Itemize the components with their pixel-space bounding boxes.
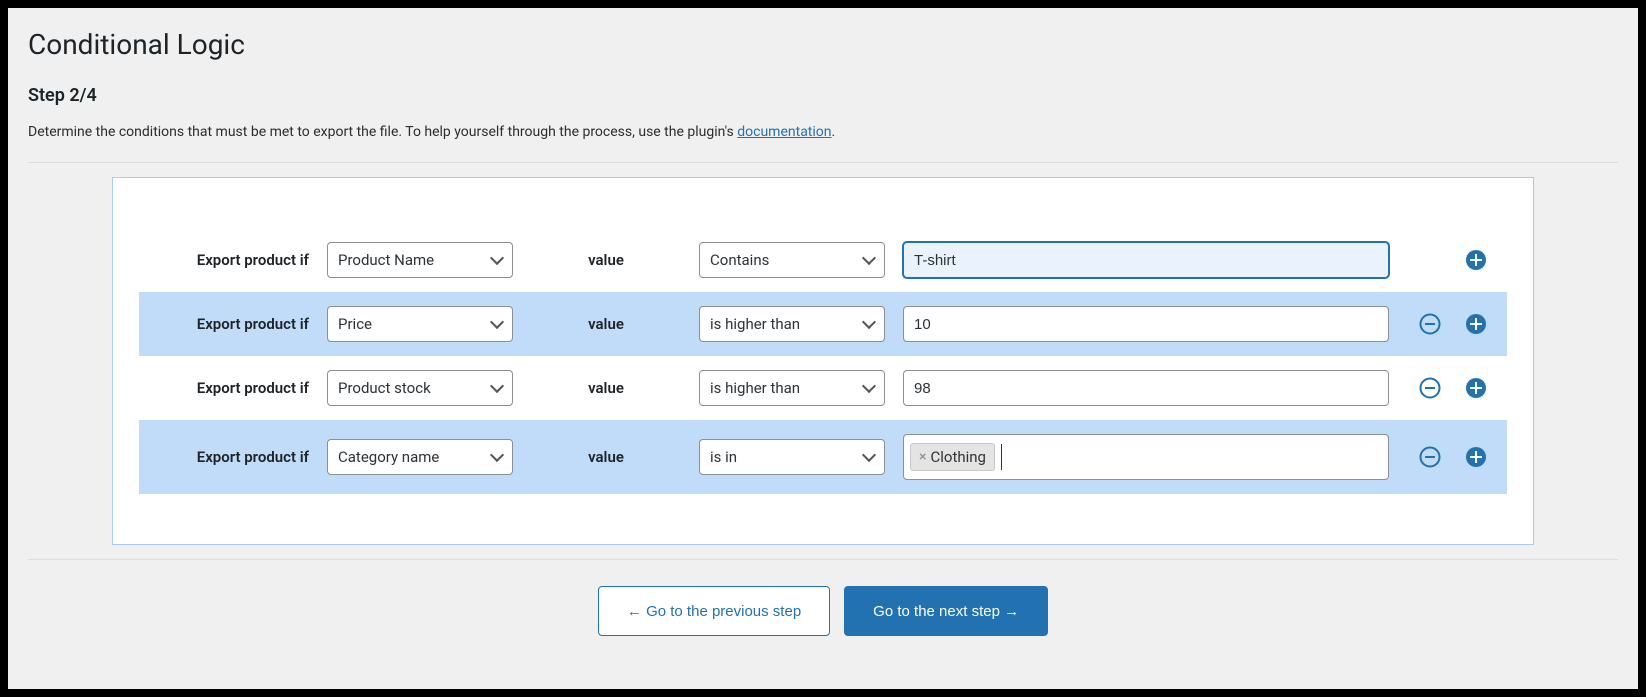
- tag-input[interactable]: × Clothing: [903, 434, 1389, 480]
- remove-row-button[interactable]: [1419, 446, 1441, 468]
- operator-select[interactable]: is in: [699, 439, 885, 475]
- description-prefix: Determine the conditions that must be me…: [28, 124, 737, 140]
- plus-circle-icon: [1465, 446, 1487, 468]
- add-row-button[interactable]: [1465, 313, 1487, 335]
- tag-label: Clothing: [930, 448, 986, 466]
- value-input[interactable]: [903, 306, 1389, 342]
- condition-label: Export product if: [159, 379, 309, 397]
- value-label: value: [531, 448, 681, 466]
- value-label: value: [531, 251, 681, 269]
- documentation-link[interactable]: documentation: [737, 124, 831, 140]
- remove-placeholder: [1419, 249, 1441, 271]
- condition-label: Export product if: [159, 315, 309, 333]
- row-actions: [1407, 446, 1487, 468]
- row-actions: [1407, 377, 1487, 399]
- condition-row: Export product if Product Name value Con…: [139, 228, 1507, 292]
- value-input[interactable]: [903, 242, 1389, 278]
- text-cursor: [1001, 444, 1002, 470]
- operator-select-value: is higher than: [710, 379, 800, 397]
- operator-select-value: is higher than: [710, 315, 800, 333]
- condition-label: Export product if: [159, 251, 309, 269]
- tag-chip: × Clothing: [910, 443, 995, 471]
- row-actions: [1407, 249, 1487, 271]
- next-step-button[interactable]: Go to the next step →: [844, 586, 1048, 636]
- operator-select[interactable]: is higher than: [699, 306, 885, 342]
- minus-circle-icon: [1419, 313, 1441, 335]
- field-select-value: Price: [338, 315, 372, 333]
- value-label: value: [531, 315, 681, 333]
- operator-select-value: Contains: [710, 251, 769, 269]
- condition-row: Export product if Price value is higher …: [139, 292, 1507, 356]
- field-select[interactable]: Product Name: [327, 242, 513, 278]
- operator-select[interactable]: Contains: [699, 242, 885, 278]
- field-select-value: Product stock: [338, 379, 431, 397]
- field-select[interactable]: Product stock: [327, 370, 513, 406]
- field-select-value: Product Name: [338, 251, 434, 269]
- description-suffix: .: [832, 124, 836, 140]
- step-label: Step 2/4: [28, 85, 1618, 106]
- add-row-button[interactable]: [1465, 377, 1487, 399]
- panel-wrap: Export product if Product Name value Con…: [28, 162, 1618, 560]
- remove-row-button[interactable]: [1419, 377, 1441, 399]
- description: Determine the conditions that must be me…: [28, 124, 1618, 152]
- prev-step-button[interactable]: ← Go to the previous step: [598, 586, 830, 636]
- add-row-button[interactable]: [1465, 446, 1487, 468]
- row-actions: [1407, 313, 1487, 335]
- tag-remove-icon[interactable]: ×: [919, 449, 926, 465]
- condition-row: Export product if Category name value is…: [139, 420, 1507, 494]
- condition-label: Export product if: [159, 448, 309, 466]
- field-select[interactable]: Category name: [327, 439, 513, 475]
- page-container: Conditional Logic Step 2/4 Determine the…: [8, 8, 1638, 689]
- minus-circle-icon: [1419, 446, 1441, 468]
- add-row-button[interactable]: [1465, 249, 1487, 271]
- minus-circle-icon: [1419, 377, 1441, 399]
- footer-nav: ← Go to the previous step Go to the next…: [28, 560, 1618, 636]
- plus-circle-icon: [1465, 313, 1487, 335]
- remove-row-button[interactable]: [1419, 313, 1441, 335]
- plus-circle-icon: [1465, 377, 1487, 399]
- field-select[interactable]: Price: [327, 306, 513, 342]
- page-title: Conditional Logic: [28, 28, 1618, 61]
- field-select-value: Category name: [338, 448, 439, 466]
- operator-select[interactable]: is higher than: [699, 370, 885, 406]
- value-input[interactable]: [903, 370, 1389, 406]
- conditions-panel: Export product if Product Name value Con…: [112, 177, 1534, 545]
- plus-circle-icon: [1465, 249, 1487, 271]
- condition-row: Export product if Product stock value is…: [139, 356, 1507, 420]
- value-label: value: [531, 379, 681, 397]
- operator-select-value: is in: [710, 448, 737, 466]
